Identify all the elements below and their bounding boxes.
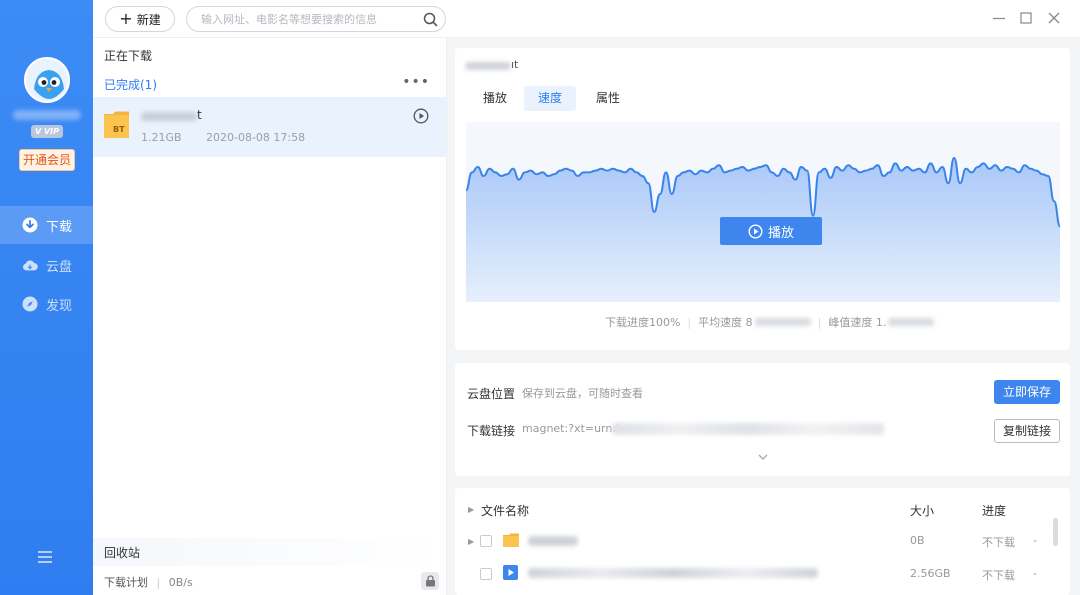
nav-cloud-label: 云盘 (46, 259, 73, 275)
col-file-name[interactable]: 文件名称 (481, 502, 529, 519)
copy-link-button[interactable]: 复制链接 (994, 419, 1060, 443)
task-size: 1.21GB (141, 131, 182, 144)
recycle-bin-label: 回收站 (104, 546, 141, 560)
tab-speed[interactable]: 速度 (524, 86, 577, 111)
file-dash: - (1033, 567, 1037, 580)
play-button[interactable]: 播放 (720, 217, 822, 245)
nav-discover-label: 发现 (46, 298, 73, 314)
task-detail-pane: ıt 播放 速度 属性 播放 下载进度100% | 平均速度 8 | 峰值速度 … (447, 38, 1080, 595)
task-title-redacted (465, 62, 511, 70)
chevron-down-icon[interactable] (757, 453, 769, 461)
task-list-pane: 正在下载 已完成(1) ••• BT t 1.21GB 2020-08-08 1… (93, 38, 447, 595)
task-name-redacted (141, 112, 197, 121)
new-task-button[interactable]: + 新建 (105, 6, 175, 32)
file-size: 0B (910, 534, 925, 547)
avg-speed-redacted (754, 318, 811, 326)
link-redacted (612, 423, 884, 435)
top-bar: + 新建 (93, 0, 1080, 38)
speed-card: ıt 播放 速度 属性 播放 下载进度100% | 平均速度 8 | 峰值速度 … (455, 48, 1070, 350)
nav-cloud[interactable]: 云盘 (0, 246, 93, 284)
video-file-icon (503, 565, 518, 580)
peak-speed-redacted (888, 318, 935, 326)
download-icon (22, 217, 38, 233)
minimize-icon[interactable] (991, 10, 1007, 26)
bt-file-icon: BT (104, 111, 129, 138)
lock-icon[interactable] (421, 572, 439, 590)
file-list-card: ▶ 文件名称 大小 进度 ▶ 0B 不下载 - 2.56GB 不下载 - (455, 488, 1070, 595)
file-dash: - (1033, 534, 1037, 547)
avg-speed-text: 平均速度 8 (698, 316, 753, 329)
file-status: 不下载 (982, 536, 1015, 549)
download-plan[interactable]: 下载计划 | 0B/s (104, 574, 193, 590)
expand-icon[interactable]: ▶ (468, 537, 474, 546)
task-row[interactable]: BT t 1.21GB 2020-08-08 17:58 (93, 97, 446, 157)
progress-text: 下载进度100% (605, 316, 681, 329)
search-input[interactable] (187, 7, 407, 31)
new-task-label: 新建 (136, 12, 161, 27)
save-now-button[interactable]: 立即保存 (994, 380, 1060, 404)
cloud-location-label: 云盘位置 (467, 387, 516, 401)
nav-download-label: 下载 (46, 219, 73, 235)
tab-properties[interactable]: 属性 (582, 86, 634, 111)
open-vip-button[interactable]: 开通会员 (19, 149, 75, 171)
scrollbar-thumb[interactable] (1053, 518, 1058, 546)
bird-avatar-icon (26, 59, 68, 101)
cloud-icon (22, 257, 38, 273)
current-speed: 0B/s (168, 576, 193, 589)
file-name-redacted (528, 568, 818, 578)
left-rail: V VIP 开通会员 下载 云盘 发现 (0, 0, 93, 595)
play-button-label: 播放 (767, 225, 794, 241)
info-card: 云盘位置 保存到云盘，可随时查看 立即保存 下载链接 magnet:?xt=ur… (455, 363, 1070, 476)
download-stats: 下载进度100% | 平均速度 8 | 峰值速度 1. (605, 314, 935, 330)
tab-play[interactable]: 播放 (469, 86, 521, 111)
bt-file-label: BT (113, 125, 125, 134)
more-options-icon[interactable]: ••• (402, 74, 430, 90)
cloud-location-value: 保存到云盘，可随时查看 (522, 387, 643, 400)
file-size: 2.56GB (910, 567, 951, 580)
speed-chart (466, 122, 1060, 302)
vip-badge: V VIP (31, 125, 63, 138)
maximize-icon[interactable] (1018, 10, 1034, 26)
task-date: 2020-08-08 17:58 (206, 131, 306, 144)
nav-download[interactable]: 下载 (0, 206, 93, 244)
peak-speed-text: 峰值速度 1. (828, 316, 887, 329)
task-title: ıt (511, 58, 519, 71)
plus-icon: + (119, 9, 133, 28)
menu-icon[interactable] (36, 549, 54, 565)
file-status: 不下载 (982, 569, 1015, 582)
completed-section-title[interactable]: 已完成(1) (104, 76, 157, 93)
avatar[interactable] (24, 57, 70, 103)
compass-icon (22, 296, 38, 312)
search-icon[interactable] (423, 12, 438, 30)
expand-all-icon[interactable]: ▶ (468, 505, 474, 514)
task-name: t (197, 108, 202, 122)
file-checkbox[interactable] (480, 568, 492, 580)
download-link-value[interactable]: magnet:?xt=urn:l (522, 422, 619, 435)
play-circle-icon[interactable] (413, 108, 429, 124)
folder-icon (503, 533, 519, 547)
file-name-redacted (528, 536, 578, 546)
col-progress[interactable]: 进度 (982, 502, 1006, 519)
close-icon[interactable] (1046, 10, 1062, 26)
nav-discover[interactable]: 发现 (0, 285, 93, 323)
download-link-label: 下载链接 (467, 424, 516, 438)
play-icon (748, 223, 763, 239)
file-checkbox[interactable] (480, 535, 492, 547)
downloading-section-title[interactable]: 正在下载 (104, 47, 152, 64)
username-redacted (13, 110, 81, 120)
search-box (186, 6, 446, 32)
download-plan-label: 下载计划 (104, 576, 148, 589)
recycle-bin[interactable]: 回收站 (93, 538, 446, 566)
col-size[interactable]: 大小 (910, 502, 934, 519)
